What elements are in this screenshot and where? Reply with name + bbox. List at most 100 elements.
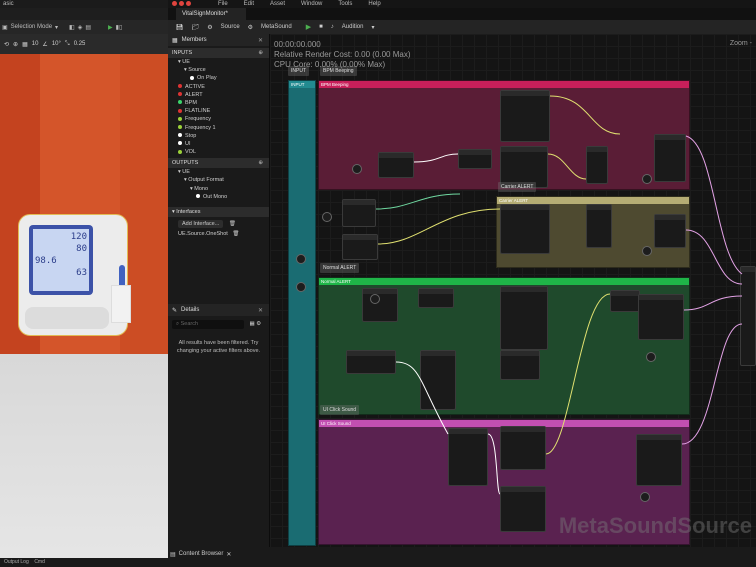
play-icon[interactable]: ▶ (306, 23, 311, 31)
menu-window[interactable]: Window (301, 0, 322, 8)
normal-alert-button[interactable]: Normal ALERT (320, 263, 360, 273)
wire (683, 295, 743, 311)
scale-snap-icon[interactable]: ⤡ (65, 41, 70, 48)
reading-temperature: 98.6 (35, 256, 57, 266)
pin-icon (178, 149, 182, 154)
outputs-item-label: Output Format (188, 177, 224, 184)
select-icon[interactable]: ▣ (2, 24, 8, 31)
audition-icon[interactable]: ♪ (331, 24, 334, 30)
inputs-item[interactable]: FLATLINE (168, 107, 269, 115)
delete-icon[interactable]: 🗑︎ (232, 231, 239, 237)
rotate-snap-icon[interactable]: ∠ (42, 41, 47, 48)
inputs-item[interactable]: Frequency (168, 115, 269, 123)
inputs-item[interactable]: ACTIVE (168, 83, 269, 91)
monitor-side-holder (111, 285, 131, 323)
metasound-gear-icon[interactable]: ⚙ (248, 24, 253, 31)
source-button[interactable]: Source (221, 24, 240, 30)
maximize-window-icon[interactable] (186, 1, 191, 6)
outputs-item[interactable]: ▾ Mono (168, 185, 269, 193)
outputs-item[interactable]: ▾ UE (168, 168, 269, 176)
transform-icon[interactable]: ⟲ (4, 41, 9, 48)
window-controls (172, 1, 191, 6)
delete-icon[interactable]: 🗑︎ (229, 221, 236, 227)
wire (375, 193, 461, 210)
inputs-section-header[interactable]: INPUTS ⊕ (168, 48, 269, 58)
close-icon[interactable]: ✕ (258, 307, 263, 314)
monitor-readout: 120 80 98.6 63 (33, 229, 89, 291)
close-icon[interactable]: ✕ (258, 37, 263, 44)
grid-view-icon[interactable]: ▦ (250, 321, 255, 327)
close-window-icon[interactable] (172, 1, 177, 6)
inputs-list: ▾ UE ▾ Source On Play ACTIVE ALERT BPM FLATLIN… (168, 58, 269, 156)
minimize-window-icon[interactable] (179, 1, 184, 6)
inputs-item[interactable]: ALERT (168, 91, 269, 99)
browse-icon[interactable]: 📁︎ (192, 24, 200, 31)
cmd-tab[interactable]: Cmd (34, 559, 45, 565)
asset-tab-vitalsignmonitor[interactable]: VitalSignMonitor* (176, 8, 246, 20)
chevron-down-icon[interactable]: ▾ (55, 24, 58, 31)
output-log-tab[interactable]: Output Log (4, 559, 29, 565)
inputs-item[interactable]: UI (168, 140, 269, 148)
menu-help[interactable]: Help (368, 0, 380, 8)
details-tab[interactable]: ✎ Details ✕ (168, 304, 269, 316)
settings-gear-icon[interactable]: ⚙ (256, 321, 261, 327)
world-icon[interactable]: ⊕ (13, 41, 18, 48)
add-output-icon[interactable]: ⊕ (258, 160, 263, 166)
audition-dropdown[interactable]: Audition (342, 24, 364, 30)
pin-icon (178, 116, 182, 121)
blueprint-icon[interactable]: ◈ (78, 24, 83, 31)
viewport-tab[interactable]: asic (0, 0, 168, 8)
grid-snap-value[interactable]: 10 (32, 41, 39, 47)
inputs-item[interactable]: ▾ UE (168, 58, 269, 66)
metasound-button[interactable]: MetaSound (261, 24, 292, 30)
selection-mode-dropdown[interactable]: Selection Mode (11, 24, 52, 30)
details-empty-message: All results have been filtered. Try chan… (176, 340, 261, 354)
stat-cpu-core: CPU Core: 0.00% (0.00% Max) (274, 60, 386, 69)
rotate-snap-value[interactable]: 10° (52, 41, 61, 47)
inputs-item[interactable]: BPM (168, 99, 269, 107)
viewport-toolbar: ▣ Selection Mode ▾ ◧ ◈ ▤ ▶ ▮▯ (0, 20, 168, 34)
close-icon[interactable]: ✕ (226, 551, 231, 558)
interfaces-section-header[interactable]: ▾ Interfaces (168, 207, 269, 217)
outputs-item-label: Out Mono (203, 193, 228, 200)
details-search-input[interactable]: ⌕ Search (172, 320, 244, 329)
play-options-icon[interactable]: ▮▯ (116, 24, 123, 31)
pin-icon (178, 141, 182, 146)
members-tab[interactable]: ▦ Members ✕ (168, 34, 269, 46)
grid-snap-icon[interactable]: ▦ (22, 41, 28, 48)
ui-click-sound-button[interactable]: UI Click Sound (320, 405, 360, 415)
scale-snap-value[interactable]: 0.25 (74, 41, 86, 47)
save-icon[interactable]: 💾︎ (176, 24, 184, 31)
pin-icon (178, 108, 182, 113)
content-browser-tab[interactable]: ▤ Content Browser ✕ (170, 549, 231, 559)
wire (547, 153, 587, 180)
chevron-down-icon[interactable]: ▾ (371, 24, 374, 31)
menu-edit[interactable]: Edit (244, 0, 254, 8)
pin-icon (196, 194, 200, 199)
menu-file[interactable]: File (218, 0, 228, 8)
inputs-item[interactable]: Frequency 1 (168, 124, 269, 132)
outputs-item[interactable]: ▾ Output Format (168, 176, 269, 184)
stop-icon[interactable]: ■ (319, 24, 323, 30)
level-viewport[interactable]: asic ▣ Selection Mode ▾ ◧ ◈ ▤ ▶ ▮▯ ⟲ ⊕ ▦… (0, 0, 168, 567)
carrier-alert-button[interactable]: Carrier ALERT (498, 182, 537, 192)
outputs-item[interactable]: Out Mono (168, 193, 269, 201)
inputs-item[interactable]: VOL (168, 148, 269, 156)
inputs-item[interactable]: On Play (168, 74, 269, 82)
graph-watermark: MetaSoundSource (558, 513, 752, 538)
inputs-item[interactable]: ▾ Source (168, 66, 269, 74)
cinematics-icon[interactable]: ▤ (85, 24, 91, 31)
content-icon[interactable]: ◧ (69, 24, 75, 31)
add-interface-dropdown[interactable]: Add Interface... (178, 220, 224, 228)
play-icon[interactable]: ▶ (108, 24, 113, 31)
content-browser-label: Content Browser (178, 551, 224, 557)
vital-sign-monitor-mesh[interactable]: 120 80 98.6 63 (18, 214, 131, 336)
metasound-graph-canvas[interactable]: INPUT BPM Beeping Carrier ALERT Normal A… (270, 34, 756, 547)
menu-asset[interactable]: Asset (270, 0, 285, 8)
outputs-section-header[interactable]: OUTPUTS ⊕ (168, 158, 269, 169)
source-gear-icon[interactable]: ⚙ (207, 24, 212, 31)
interface-item[interactable]: UE.Source.OneShot 🗑︎ (168, 230, 269, 238)
menu-tools[interactable]: Tools (338, 0, 352, 8)
inputs-item[interactable]: Stop (168, 132, 269, 140)
add-input-icon[interactable]: ⊕ (258, 50, 263, 56)
